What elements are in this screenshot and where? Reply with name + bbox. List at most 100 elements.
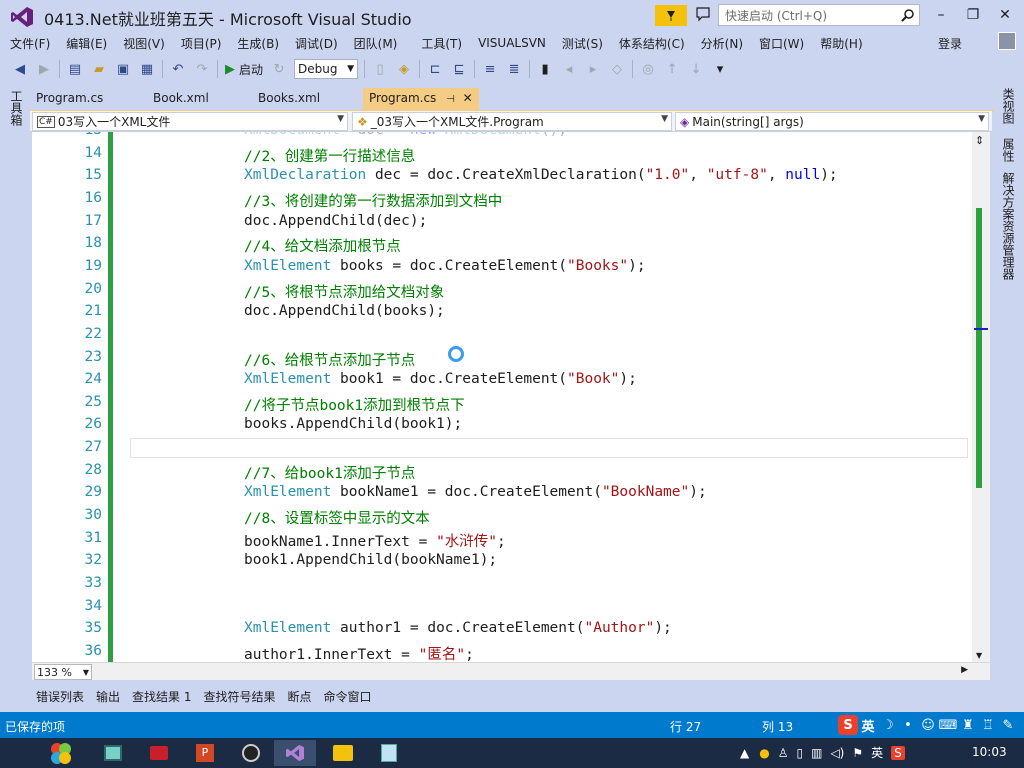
vertical-scrollbar[interactable]: ⇕ ▼ [972, 132, 990, 662]
code-line[interactable]: //2、创建第一行描述信息 [244, 145, 415, 166]
tray-phone-icon[interactable]: ▯ [796, 746, 803, 760]
tab-program-cs-active[interactable]: Program.cs ⊣ ✕ [363, 88, 479, 110]
tray-sogou-icon[interactable]: S [891, 745, 905, 760]
code-line[interactable]: //4、给文档添加根节点 [244, 235, 401, 256]
menu-edit[interactable]: 编辑(E) [58, 35, 115, 52]
tab-find-symbol-results[interactable]: 查找符号结果 [197, 688, 281, 705]
code-line[interactable]: //8、设置标签中显示的文本 [244, 507, 430, 528]
server-explorer-icon[interactable]: ◈ [394, 59, 414, 79]
code-line[interactable]: XmlElement books = doc.CreateElement("Bo… [244, 258, 646, 274]
save-all-icon[interactable]: ▦ [137, 59, 157, 79]
tab-books-xml[interactable]: Books.xml [252, 88, 326, 110]
menu-view[interactable]: 视图(V) [115, 35, 173, 52]
format-icon[interactable]: ⊑ [449, 59, 469, 79]
tray-network-icon[interactable]: ▥ [811, 746, 822, 760]
feedback-icon[interactable] [695, 6, 711, 22]
prev-bookmark-icon[interactable]: ◂ [559, 59, 579, 79]
restore-button[interactable]: ❐ [958, 4, 988, 26]
split-handle-icon[interactable]: ⇕ [975, 134, 984, 147]
pin-icon[interactable]: ⊣ [446, 94, 455, 105]
undo-icon[interactable]: ↶ [168, 59, 188, 79]
code-line[interactable]: doc.AppendChild(dec); [244, 213, 427, 229]
code-line[interactable]: //7、给book1添加子节点 [244, 462, 415, 483]
tray-app-icon[interactable]: ● [759, 746, 769, 760]
start-debug-button[interactable]: ▶ 启动 [221, 61, 267, 78]
minimize-button[interactable]: – [926, 4, 956, 26]
bookmark-icon[interactable]: ▮ [535, 59, 555, 79]
taskbar-app-3[interactable]: P [184, 740, 226, 766]
scroll-right-icon[interactable]: ▶ [961, 665, 968, 675]
punctuation-icon[interactable]: • [898, 715, 918, 735]
save-icon[interactable]: ▣ [113, 59, 133, 79]
scrollbar-thumb[interactable] [976, 208, 982, 488]
quick-launch-input[interactable]: 快速启动 (Ctrl+Q) [718, 4, 920, 26]
tab-program-cs[interactable]: Program.cs [30, 88, 109, 110]
tray-language[interactable]: 英 [871, 744, 883, 761]
find-icon[interactable]: ▯ [370, 59, 390, 79]
close-button[interactable]: ✕ [990, 4, 1020, 26]
code-line[interactable]: doc.AppendChild(books); [244, 303, 445, 319]
code-line[interactable]: XmlDeclaration dec = doc.CreateXmlDeclar… [244, 167, 838, 183]
tab-breakpoints[interactable]: 断点 [282, 688, 318, 705]
tab-error-list[interactable]: 错误列表 [30, 688, 90, 705]
taskbar-visual-studio[interactable] [274, 740, 316, 766]
member-dropdown[interactable]: ◈ Main(string[] args) ▼ [675, 112, 989, 131]
taskbar-app-6[interactable] [322, 740, 364, 766]
comment-icon[interactable]: ≡ [480, 59, 500, 79]
forward-icon[interactable]: ▶ [34, 59, 54, 79]
avatar[interactable] [998, 32, 1016, 50]
tray-expand-icon[interactable]: ▲ [740, 746, 749, 760]
taskbar-app-4[interactable] [230, 740, 272, 766]
menu-build[interactable]: 生成(B) [229, 35, 287, 52]
menu-tools[interactable]: 工具(T) [405, 35, 470, 52]
code-line[interactable]: //将子节点book1添加到根节点下 [244, 394, 465, 415]
menu-project[interactable]: 项目(P) [173, 35, 230, 52]
skin-icon[interactable]: ♜ [958, 715, 978, 735]
code-line[interactable]: XmlDocument doc = new XmlDocument(); [244, 132, 567, 138]
sign-in-link[interactable]: 登录 [938, 35, 962, 52]
solution-configuration-select[interactable]: Debug ▼ [294, 59, 359, 79]
taskbar-app-2[interactable] [138, 740, 180, 766]
tools-icon[interactable]: ✎ [998, 715, 1018, 735]
tab-find-results-1[interactable]: 查找结果 1 [126, 688, 197, 705]
toolbox-tab[interactable]: 工具箱 [8, 90, 25, 126]
menu-test[interactable]: 测试(S) [554, 35, 611, 52]
scroll-down-icon[interactable]: ▼ [976, 651, 982, 660]
menu-window[interactable]: 窗口(W) [751, 35, 812, 52]
clear-bookmarks-icon[interactable]: ◇ [607, 59, 627, 79]
menu-analyze[interactable]: 分析(N) [693, 35, 751, 52]
emoji-icon[interactable]: ☺ [918, 715, 938, 735]
move-down-icon[interactable]: ↓ [686, 59, 706, 79]
refresh-icon[interactable]: ↻ [269, 59, 289, 79]
code-line[interactable]: book1.AppendChild(bookName1); [244, 552, 497, 568]
taskbar-app-7[interactable] [368, 740, 410, 766]
ime-settings-icon[interactable]: ♖ [978, 715, 998, 735]
redo-icon[interactable]: ↷ [192, 59, 212, 79]
notification-flag-button[interactable] [655, 5, 687, 26]
tray-volume-icon[interactable]: ◁) [830, 746, 844, 760]
ime-language[interactable]: 英 [858, 715, 878, 735]
project-dropdown[interactable]: C# 03写入一个XML文件 ▼ [32, 112, 348, 131]
menu-visualsvn[interactable]: VISUALSVN [470, 36, 554, 50]
code-line[interactable]: author1.InnerText = "匿名"; [244, 643, 474, 662]
zoom-select[interactable]: 133 % ▼ [34, 664, 92, 680]
class-view-tab[interactable]: 类视图 [1000, 88, 1017, 124]
tab-output[interactable]: 输出 [90, 688, 126, 705]
taskbar-clock[interactable]: 10:03 [972, 745, 1007, 759]
start-button-icon[interactable] [46, 740, 76, 768]
back-icon[interactable]: ◀ [10, 59, 30, 79]
code-editor[interactable]: 13 14 15 16 17 18 19 20 21 22 23 24 25 26 27 28 29 30 31 32… [32, 132, 990, 662]
new-project-icon[interactable]: ▤ [65, 59, 85, 79]
code-line[interactable]: XmlElement bookName1 = doc.CreateElement… [244, 484, 707, 500]
code-line[interactable]: XmlElement author1 = doc.CreateElement("… [244, 620, 672, 636]
next-bookmark-icon[interactable]: ▸ [583, 59, 603, 79]
moon-icon[interactable]: ☽ [878, 715, 898, 735]
close-tab-icon[interactable]: ✕ [463, 91, 473, 105]
code-area[interactable]: XmlDocument doc = new XmlDocument(); //2、… [128, 132, 970, 662]
code-line[interactable]: //3、将创建的第一行数据添加到文档中 [244, 190, 502, 211]
menu-debug[interactable]: 调试(D) [287, 35, 346, 52]
keyboard-icon[interactable]: ⌨ [938, 715, 958, 735]
tab-book-xml[interactable]: Book.xml [147, 88, 215, 110]
sogou-logo-icon[interactable]: S [838, 715, 858, 735]
tray-flag-icon[interactable]: ⚑ [852, 746, 863, 760]
